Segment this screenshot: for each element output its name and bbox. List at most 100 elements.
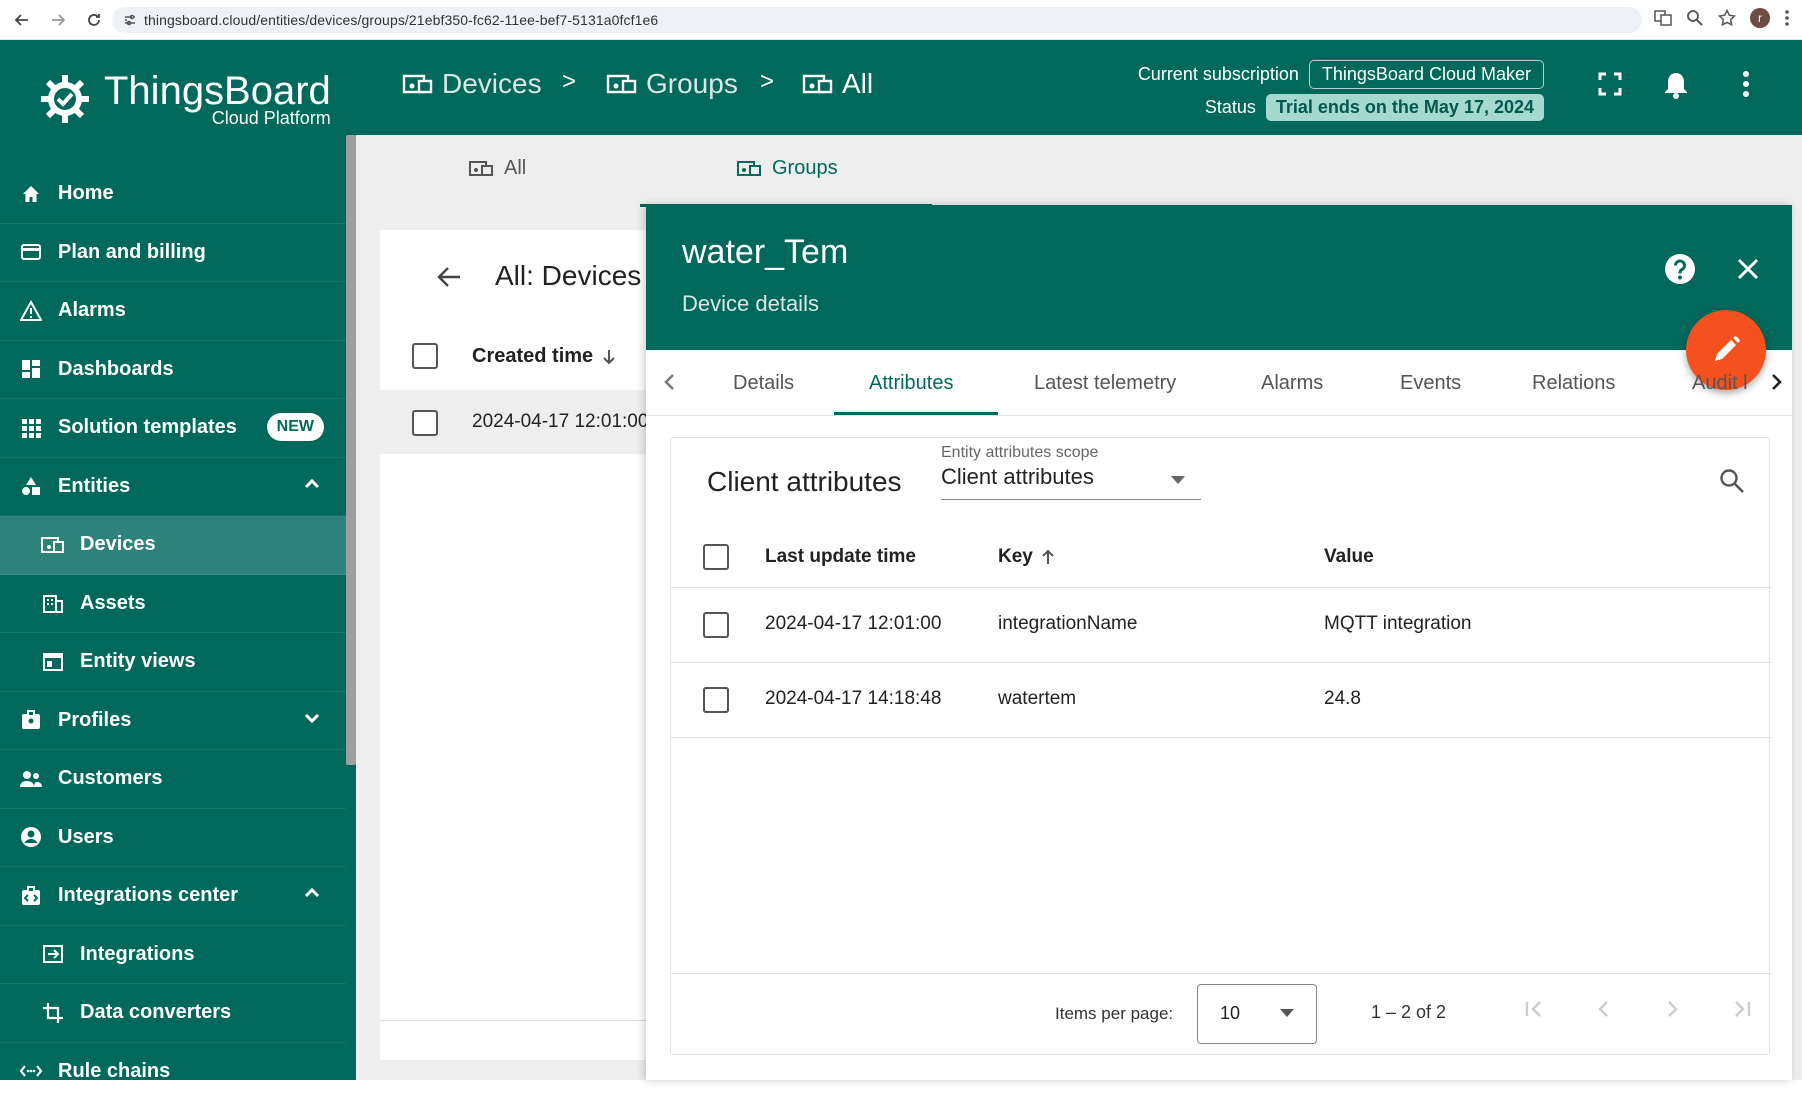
tab-events[interactable]: Events — [1400, 372, 1461, 395]
dropdown-caret-icon — [1171, 476, 1185, 484]
devices-icon — [402, 72, 434, 96]
tab-active-indicator — [834, 412, 998, 415]
sidebar-item-entity-views[interactable]: Entity views — [0, 633, 346, 692]
row-checkbox[interactable] — [703, 687, 729, 713]
sidebar-item-label: Plan and billing — [58, 241, 206, 264]
breadcrumb-devices[interactable]: Devices — [402, 68, 542, 100]
status-badge[interactable]: Trial ends on the May 17, 2024 — [1266, 94, 1544, 121]
sidebar-item-plan-and-billing[interactable]: Plan and billing — [0, 224, 346, 283]
sidebar-scrollbar[interactable] — [346, 135, 356, 765]
app-root: ThingsBoard Cloud Platform Home Plan and… — [0, 40, 1802, 1080]
back-arrow-icon[interactable] — [436, 266, 462, 288]
tab-all[interactable]: All — [468, 157, 526, 180]
arrow-up-icon — [1041, 548, 1055, 566]
status-row: Status Trial ends on the May 17, 2024 — [1205, 94, 1544, 121]
forward-arrow-icon[interactable] — [44, 6, 72, 34]
notifications-bell-icon[interactable] — [1662, 70, 1690, 100]
next-page-icon[interactable] — [1661, 998, 1683, 1020]
column-created-time[interactable]: Created time — [472, 345, 617, 368]
devices-icon — [468, 159, 494, 179]
row-checkbox[interactable] — [412, 410, 438, 436]
translate-icon[interactable] — [1654, 9, 1672, 27]
thingsboard-logo[interactable]: ThingsBoard Cloud Platform — [36, 54, 331, 144]
sidebar-item-dashboards[interactable]: Dashboards — [0, 341, 346, 400]
chevron-right-icon[interactable] — [1766, 372, 1788, 392]
table-row[interactable]: 2024-04-17 12:01:00 — [380, 390, 670, 454]
tab-groups[interactable]: Groups — [736, 157, 838, 180]
tab-latest-telemetry[interactable]: Latest telemetry — [1034, 372, 1176, 395]
zoom-icon[interactable] — [1686, 9, 1704, 27]
sidebar-item-label: Integrations center — [58, 884, 238, 907]
sidebar-item-rule-chains[interactable]: Rule chains — [0, 1043, 346, 1101]
sidebar-item-users[interactable]: Users — [0, 809, 346, 868]
value-cell: MQTT integration — [1324, 613, 1471, 635]
reload-icon[interactable] — [80, 6, 108, 34]
devices-icon — [606, 72, 638, 96]
table-row[interactable]: 2024-04-17 12:01:00 integrationName MQTT… — [671, 588, 1771, 663]
sidebar-item-alarms[interactable]: Alarms — [0, 282, 346, 341]
help-icon[interactable] — [1664, 253, 1696, 285]
breadcrumb-groups[interactable]: Groups — [606, 68, 738, 100]
column-key[interactable]: Key — [998, 546, 1055, 568]
back-arrow-icon[interactable] — [8, 6, 36, 34]
devices-icon — [736, 159, 762, 179]
sidebar-item-profiles[interactable]: Profiles — [0, 692, 346, 751]
first-page-icon[interactable] — [1523, 998, 1545, 1020]
billing-icon — [18, 239, 44, 265]
details-tabs: Details Attributes Latest telemetry Alar… — [646, 350, 1792, 416]
home-icon — [18, 181, 44, 207]
converters-icon — [40, 1000, 66, 1026]
chevron-up-icon[interactable] — [302, 883, 322, 903]
previous-page-icon[interactable] — [1593, 998, 1615, 1020]
sidebar-item-assets[interactable]: Assets — [0, 575, 346, 634]
tab-attributes[interactable]: Attributes — [869, 372, 953, 395]
last-page-icon[interactable] — [1731, 998, 1753, 1020]
sidebar-item-home[interactable]: Home — [0, 165, 346, 224]
logo-gear-icon — [36, 70, 94, 128]
scope-select[interactable]: Client attributes — [941, 464, 1201, 500]
column-value[interactable]: Value — [1324, 546, 1374, 568]
select-all-checkbox[interactable] — [703, 544, 729, 570]
sidebar-item-devices[interactable]: Devices — [0, 516, 346, 575]
subscription-plan-button[interactable]: ThingsBoard Cloud Maker — [1309, 60, 1544, 89]
chevron-up-icon[interactable] — [302, 474, 322, 494]
sidebar-item-entities[interactable]: Entities — [0, 458, 346, 517]
table-row[interactable]: 2024-04-17 14:18:48 watertem 24.8 — [671, 663, 1771, 738]
tab-relations[interactable]: Relations — [1532, 372, 1615, 395]
items-per-page-select[interactable]: 10 — [1197, 984, 1317, 1044]
sidebar-item-integrations-center[interactable]: Integrations center — [0, 867, 346, 926]
tab-details[interactable]: Details — [733, 372, 794, 395]
more-vert-icon[interactable] — [1742, 70, 1750, 98]
search-icon[interactable] — [1719, 468, 1745, 494]
sidebar-item-solution-templates[interactable]: Solution templates NEW — [0, 399, 346, 458]
profiles-icon — [18, 707, 44, 733]
device-details-drawer: water_Tem Device details Details Attribu… — [646, 205, 1792, 1080]
browser-menu-icon[interactable] — [1784, 9, 1790, 27]
drawer-header: water_Tem Device details — [646, 205, 1792, 350]
site-settings-icon[interactable] — [122, 12, 138, 28]
sidebar-item-integrations[interactable]: Integrations — [0, 926, 346, 985]
sidebar: ThingsBoard Cloud Platform Home Plan and… — [0, 40, 356, 1080]
sidebar-item-data-converters[interactable]: Data converters — [0, 984, 346, 1043]
alarm-icon — [18, 298, 44, 324]
close-icon[interactable] — [1736, 257, 1760, 281]
sidebar-item-label: Devices — [80, 533, 156, 556]
attributes-table-header: Last update time Key Value — [671, 526, 1771, 588]
select-all-checkbox[interactable] — [412, 343, 438, 369]
devices-icon — [802, 72, 834, 96]
fullscreen-icon[interactable] — [1596, 70, 1624, 98]
sidebar-item-customers[interactable]: Customers — [0, 750, 346, 809]
tab-alarms[interactable]: Alarms — [1261, 372, 1323, 395]
bookmark-star-icon[interactable] — [1718, 9, 1736, 27]
scope-value: Client attributes — [941, 464, 1094, 489]
sidebar-menu: Home Plan and billing Alarms Dashboards … — [0, 165, 346, 1101]
profile-avatar[interactable]: r — [1750, 8, 1770, 28]
drawer-subtitle: Device details — [682, 291, 819, 317]
rule-chains-icon — [18, 1058, 44, 1084]
row-checkbox[interactable] — [703, 612, 729, 638]
chevron-down-icon[interactable] — [302, 708, 322, 728]
tab-audit-logs[interactable]: Audit l — [1692, 372, 1748, 395]
chevron-left-icon[interactable] — [662, 372, 676, 392]
column-last-update-time[interactable]: Last update time — [765, 546, 916, 568]
address-bar[interactable]: thingsboard.cloud/entities/devices/group… — [112, 7, 1642, 33]
